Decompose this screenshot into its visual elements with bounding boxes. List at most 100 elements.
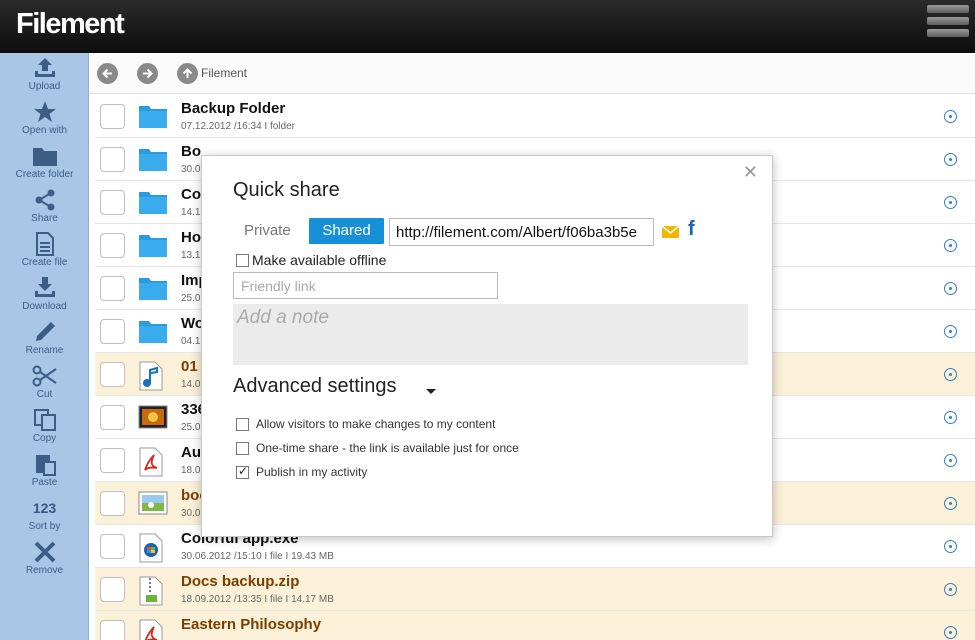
paste-icon [0, 451, 89, 477]
info-icon[interactable] [944, 454, 957, 467]
image-icon [138, 404, 168, 432]
sidebar-item-open-with[interactable]: Open with [0, 99, 89, 143]
upload-icon [0, 55, 89, 81]
row-checkbox[interactable] [100, 276, 125, 301]
option-allow-changes[interactable]: Allow visitors to make changes to my con… [236, 417, 495, 431]
file-row[interactable]: Backup Folder 07.12.2012 /16:34 I folder [95, 95, 975, 138]
file-name[interactable]: Co [181, 186, 201, 203]
copy-icon [0, 407, 89, 433]
folder-icon [138, 146, 168, 174]
info-icon[interactable] [944, 368, 957, 381]
file-meta: 30.0 [181, 164, 201, 175]
row-checkbox[interactable] [100, 405, 125, 430]
checkbox-box[interactable] [236, 253, 249, 267]
shared-toggle[interactable]: Shared [309, 218, 384, 244]
back-icon[interactable] [97, 63, 118, 84]
row-checkbox[interactable] [100, 577, 125, 602]
file-name[interactable]: Au [181, 444, 201, 461]
row-checkbox[interactable] [100, 448, 125, 473]
forward-icon[interactable] [137, 63, 158, 84]
file-meta: 07.12.2012 /16:34 I folder [181, 121, 295, 132]
app-logo: Filement [16, 8, 125, 40]
close-icon[interactable]: ✕ [743, 162, 758, 183]
star-icon [0, 99, 89, 125]
sort-numeric-icon: 123 [32, 500, 57, 516]
file-row[interactable]: Eastern Philosophy [95, 611, 975, 640]
row-checkbox[interactable] [100, 104, 125, 129]
info-icon[interactable] [944, 325, 957, 338]
checkbox-box[interactable] [236, 441, 249, 455]
file-name[interactable]: Docs backup.zip [181, 573, 299, 590]
file-name[interactable]: Bo [181, 143, 201, 160]
sidebar-item-create-file[interactable]: Create file [0, 231, 89, 275]
folder-icon [138, 103, 168, 131]
info-icon[interactable] [944, 110, 957, 123]
folder-icon [138, 189, 168, 217]
folder-icon [0, 143, 89, 169]
x-icon [0, 539, 89, 565]
checkbox-box[interactable] [236, 417, 249, 431]
up-icon[interactable] [177, 63, 198, 84]
file-meta: 04.1 [181, 336, 201, 347]
sidebar-item-rename[interactable]: Rename [0, 319, 89, 363]
row-checkbox[interactable] [100, 190, 125, 215]
folder-icon [138, 318, 168, 346]
info-icon[interactable] [944, 411, 957, 424]
sidebar-item-cut[interactable]: Cut [0, 363, 89, 407]
note-input[interactable] [233, 304, 748, 365]
file-row[interactable]: Docs backup.zip 18.09.2012 /13:35 I file … [95, 568, 975, 611]
file-name[interactable]: Eastern Philosophy [181, 616, 321, 633]
offline-checkbox[interactable]: Make available offline [236, 252, 386, 268]
file-icon [0, 231, 89, 257]
advanced-settings-toggle[interactable]: Advanced settings [233, 375, 396, 398]
sidebar: Upload Open with Create folder Share Cre… [0, 53, 89, 640]
private-toggle[interactable]: Private [244, 222, 291, 239]
row-checkbox[interactable] [100, 147, 125, 172]
file-meta: 30.06.2012 /15:10 I file I 19.43 MB [181, 551, 334, 562]
row-checkbox[interactable] [100, 319, 125, 344]
caret-down-icon[interactable] [426, 389, 436, 394]
row-checkbox[interactable] [100, 362, 125, 387]
friendly-link-input[interactable] [233, 272, 498, 299]
option-one-time-share[interactable]: One-time share - the link is available j… [236, 441, 519, 455]
row-checkbox[interactable] [100, 233, 125, 258]
info-icon[interactable] [944, 497, 957, 510]
info-icon[interactable] [944, 626, 957, 639]
folder-icon [138, 232, 168, 260]
option-label: One-time share - the link is available j… [256, 441, 519, 455]
facebook-icon[interactable]: f [688, 218, 695, 241]
info-icon[interactable] [944, 239, 957, 252]
sidebar-item-create-folder[interactable]: Create folder [0, 143, 89, 187]
option-publish-activity[interactable]: Publish in my activity [236, 464, 367, 479]
sidebar-item-share[interactable]: Share [0, 187, 89, 231]
sidebar-item-sort-by[interactable]: 123 Sort by [0, 495, 89, 539]
sidebar-item-paste[interactable]: Paste [0, 451, 89, 495]
share-icon [0, 187, 89, 213]
sidebar-item-remove[interactable]: Remove [0, 539, 89, 583]
info-icon[interactable] [944, 196, 957, 209]
menu-icon[interactable] [927, 5, 969, 43]
file-meta: 25.0 [181, 422, 201, 433]
zip-icon [138, 576, 168, 606]
share-url-field[interactable] [389, 218, 654, 246]
row-checkbox[interactable] [100, 534, 125, 559]
sidebar-item-upload[interactable]: Upload [0, 55, 89, 99]
checkbox-box-checked[interactable] [236, 464, 249, 479]
info-icon[interactable] [944, 282, 957, 295]
toolbar: Filement [89, 53, 975, 94]
photo-icon [138, 490, 168, 518]
info-icon[interactable] [944, 540, 957, 553]
file-name[interactable]: 01 [181, 358, 198, 375]
file-name[interactable]: Backup Folder [181, 100, 285, 117]
row-checkbox[interactable] [100, 620, 125, 640]
file-meta: 25.0 [181, 293, 201, 304]
row-checkbox[interactable] [100, 491, 125, 516]
breadcrumb[interactable]: Filement [201, 66, 247, 80]
sidebar-item-download[interactable]: Download [0, 275, 89, 319]
sidebar-item-copy[interactable]: Copy [0, 407, 89, 451]
file-name[interactable]: Ho [181, 229, 201, 246]
info-icon[interactable] [944, 153, 957, 166]
info-icon[interactable] [944, 583, 957, 596]
file-meta: 14.0 [181, 379, 201, 390]
email-icon[interactable] [662, 226, 679, 238]
